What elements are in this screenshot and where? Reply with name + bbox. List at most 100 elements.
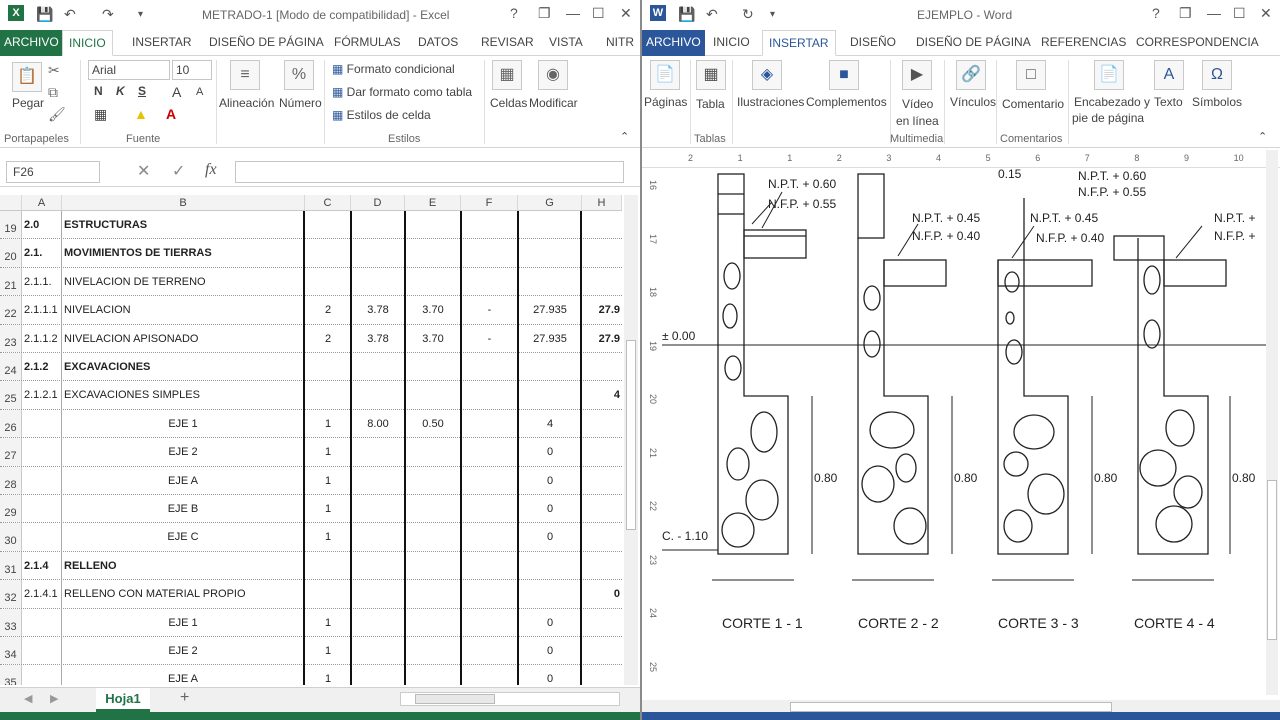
cell-g[interactable]	[518, 552, 582, 579]
next-sheet-icon[interactable]: ▶	[50, 692, 58, 705]
tab-inicio[interactable]: INICIO	[707, 30, 756, 56]
format-painter-icon[interactable]: 🖌	[48, 106, 66, 123]
cell-c[interactable]	[305, 381, 351, 408]
cell-a[interactable]	[24, 438, 60, 465]
italic-button[interactable]: K	[116, 84, 125, 98]
row-header[interactable]: 30	[0, 523, 22, 551]
tab-inicio[interactable]: INICIO	[62, 30, 113, 56]
spreadsheet-grid[interactable]: A B C D E F G H 19 2.0 ESTRUCTURAS 20 2.1. MO…	[0, 195, 622, 685]
row-header[interactable]: 25	[0, 381, 22, 409]
conditional-format-button[interactable]: ▦ Formato condicional	[332, 62, 455, 76]
table-icon[interactable]: ▦	[696, 60, 726, 90]
tab-diseno-pagina[interactable]: DISEÑO DE PÁGINA	[203, 30, 330, 56]
cell-e[interactable]	[405, 523, 461, 550]
cell-e[interactable]	[405, 353, 461, 380]
addins-button[interactable]: Complementos	[806, 95, 887, 109]
cell-c[interactable]: 1	[305, 438, 351, 465]
cell-d[interactable]	[351, 381, 405, 408]
cell-f[interactable]	[461, 637, 518, 664]
cell-d[interactable]: 3.78	[351, 296, 405, 323]
cell-h[interactable]	[582, 552, 620, 579]
cell-g[interactable]: 0	[518, 609, 582, 636]
cell-f[interactable]	[461, 467, 518, 494]
table-button[interactable]: Tabla	[696, 97, 725, 111]
cell-g[interactable]	[518, 353, 582, 380]
row-header[interactable]: 24	[0, 353, 22, 381]
insert-function-icon[interactable]: fx	[205, 161, 217, 179]
cell-f[interactable]: -	[461, 325, 518, 352]
cell-b[interactable]: EXCAVACIONES	[64, 353, 302, 380]
minimize-button[interactable]: —	[1207, 5, 1221, 21]
column-header[interactable]: A	[22, 195, 62, 211]
cells-icon[interactable]: ▦	[492, 60, 522, 90]
cell-d[interactable]	[351, 552, 405, 579]
maximize-button[interactable]: ☐	[592, 5, 605, 22]
alignment-icon[interactable]: ≡	[230, 60, 260, 90]
tab-diseno[interactable]: DISEÑO	[844, 30, 902, 56]
paste-icon[interactable]: 📋	[12, 62, 42, 92]
tab-insertar[interactable]: INSERTAR	[126, 30, 198, 56]
font-shrink-icon[interactable]: A	[196, 86, 203, 98]
cell-f[interactable]	[461, 552, 518, 579]
cell-e[interactable]	[405, 381, 461, 408]
cell-h[interactable]: 0	[582, 580, 620, 607]
column-header[interactable]: F	[461, 195, 518, 211]
cell-d[interactable]	[351, 211, 405, 238]
ribbon-display-button[interactable]: ❐	[1179, 5, 1192, 22]
help-button[interactable]: ?	[510, 5, 518, 21]
links-button[interactable]: Vínculos	[950, 95, 996, 109]
cell-b[interactable]: EJE 2	[64, 438, 302, 465]
scroll-thumb[interactable]	[790, 702, 1112, 712]
cell-g[interactable]	[518, 580, 582, 607]
font-color-icon[interactable]: A	[166, 106, 176, 122]
cell-a[interactable]: 2.1.2.1	[24, 381, 60, 408]
cell-g[interactable]	[518, 211, 582, 238]
cell-g[interactable]	[518, 268, 582, 295]
cell-h[interactable]: 27.9	[582, 296, 620, 323]
cell-a[interactable]	[24, 637, 60, 664]
cell-e[interactable]: 3.70	[405, 296, 461, 323]
cell-d[interactable]	[351, 239, 405, 266]
cell-f[interactable]	[461, 239, 518, 266]
illustrations-button[interactable]: Ilustraciones	[737, 95, 804, 109]
vertical-scrollbar[interactable]	[1266, 150, 1278, 695]
cell-c[interactable]: 1	[305, 410, 351, 437]
cell-b[interactable]: EJE 1	[64, 609, 302, 636]
row-header[interactable]: 32	[0, 580, 22, 608]
cell-h[interactable]	[582, 410, 620, 437]
cell-b[interactable]: MOVIMIENTOS DE TIERRAS	[64, 239, 302, 266]
cell-f[interactable]	[461, 495, 518, 522]
cell-c[interactable]	[305, 211, 351, 238]
select-all-corner[interactable]	[0, 195, 22, 211]
cell-h[interactable]	[582, 467, 620, 494]
horizontal-ruler[interactable]: 2112345678910111213	[642, 150, 1280, 168]
minimize-button[interactable]: —	[566, 5, 580, 21]
cell-d[interactable]: 3.78	[351, 325, 405, 352]
formula-input[interactable]	[235, 161, 624, 183]
cell-c[interactable]	[305, 580, 351, 607]
add-sheet-button[interactable]: +	[180, 689, 189, 707]
tab-archivo[interactable]: ARCHIVO	[0, 30, 63, 56]
tab-nitro[interactable]: NITR	[600, 30, 640, 56]
video-button[interactable]: Vídeo	[902, 97, 933, 111]
row-header[interactable]: 26	[0, 409, 22, 438]
ribbon-display-button[interactable]: ❐	[538, 5, 551, 22]
cell-d[interactable]	[351, 467, 405, 494]
column-header[interactable]: C	[305, 195, 351, 211]
save-icon[interactable]: 💾	[678, 6, 695, 23]
tab-insertar[interactable]: INSERTAR	[762, 30, 836, 56]
cell-g[interactable]: 0	[518, 523, 582, 550]
cell-b[interactable]: EJE A	[64, 665, 302, 685]
scroll-thumb[interactable]	[626, 340, 636, 530]
tab-diseno-pagina[interactable]: DISEÑO DE PÁGINA	[910, 30, 1037, 56]
column-header[interactable]: H	[582, 195, 622, 211]
cell-g[interactable]: 27.935	[518, 296, 582, 323]
vertical-ruler[interactable]: 16 17 18 19 20 21 22 23 24 25	[646, 168, 662, 690]
cell-a[interactable]	[24, 665, 60, 685]
scroll-thumb[interactable]	[1267, 480, 1277, 640]
document-page[interactable]: N.P.T. + 0.60 N.F.P. + 0.55 N.P.T. + 0.4…	[662, 168, 1268, 690]
row-header[interactable]: 21	[0, 267, 22, 296]
tab-revisar[interactable]: REVISAR	[475, 30, 540, 56]
cell-e[interactable]	[405, 580, 461, 607]
cell-b[interactable]: EJE 1	[64, 410, 302, 437]
